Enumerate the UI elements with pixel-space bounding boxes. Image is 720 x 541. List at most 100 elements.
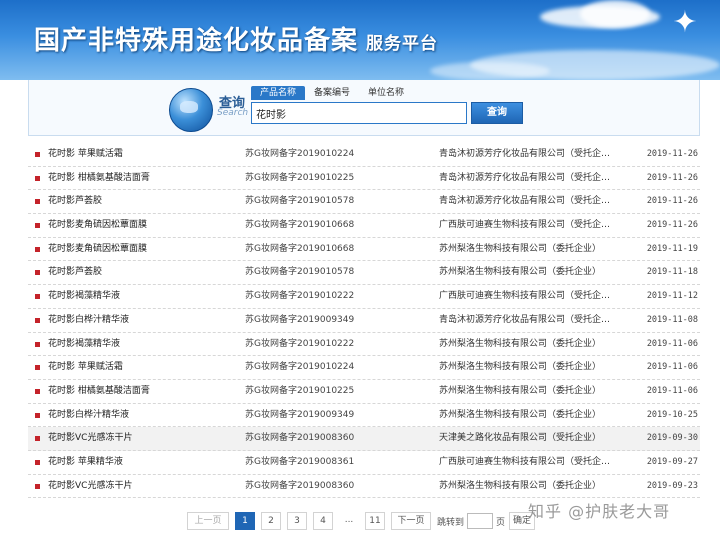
- tab-company-name[interactable]: 单位名称: [359, 86, 413, 100]
- product-name-link[interactable]: 花时影芦荟胶: [48, 190, 102, 213]
- bullet-icon: [35, 412, 40, 418]
- table-row[interactable]: 花时影芦荟胶 苏G妆网备字2019010578 青岛沐初源芳疗化妆品有限公司（受托企…: [28, 190, 700, 215]
- site-title: 国产非特殊用途化妆品备案: [34, 26, 359, 56]
- product-name-link[interactable]: 花时影 柑橘氨基酸洁面膏: [48, 380, 150, 403]
- filing-date: 2019-11-06: [646, 338, 698, 349]
- table-row[interactable]: 花时影 苹果精华液 苏G妆网备字2019008361 广西肤可迪赛生物科技有限公司（…: [28, 451, 700, 475]
- page-ellipsis: ...: [344, 515, 354, 525]
- company-name: 广西肤可迪赛生物科技有限公司（受托企…: [439, 220, 611, 231]
- product-name-link[interactable]: 花时影麦角硫因松蕈面膜: [48, 214, 147, 237]
- sparkle-icon: ✦: [672, 5, 698, 40]
- prev-page-button[interactable]: 上一页: [187, 512, 229, 530]
- product-name-link[interactable]: 花时影 苹果赋活霜: [48, 143, 123, 166]
- table-row[interactable]: 花时影白桦汁精华液 苏G妆网备字2019009349 苏州梨洛生物科技有限公司（委托…: [28, 404, 700, 428]
- filing-date: 2019-11-26: [646, 172, 698, 183]
- watermark: 知乎 @护肤老大哥: [528, 502, 671, 521]
- cloud-decoration: [430, 62, 550, 80]
- product-name-link[interactable]: 花时影 柑橘氨基酸洁面膏: [48, 167, 150, 190]
- company-name: 青岛沐初源芳疗化妆品有限公司（受托企…: [439, 196, 611, 207]
- table-row[interactable]: 花时影VC光感冻干片 苏G妆网备字2019008360 天津美之路化妆品有限公司（受…: [28, 427, 700, 451]
- product-name-link[interactable]: 花时影褐藻精华液: [48, 285, 120, 308]
- bullet-icon: [35, 388, 40, 394]
- table-row[interactable]: 花时影芦荟胶 苏G妆网备字2019010578 苏州梨洛生物科技有限公司（委托企业）…: [28, 261, 700, 286]
- filing-date: 2019-09-27: [646, 456, 698, 467]
- table-row[interactable]: 花时影白桦汁精华液 苏G妆网备字2019009349 青岛沐初源芳疗化妆品有限公司（…: [28, 309, 700, 333]
- product-name-link[interactable]: 花时影VC光感冻干片: [48, 427, 132, 450]
- product-name-link[interactable]: 花时影白桦汁精华液: [48, 309, 129, 332]
- page-button-3[interactable]: 3: [287, 512, 307, 530]
- goto-label: 跳转到: [437, 517, 465, 528]
- table-row[interactable]: 花时影麦角硫因松蕈面膜 苏G妆网备字2019010668 苏州梨洛生物科技有限公司（…: [28, 238, 700, 262]
- goto-page-input[interactable]: [467, 513, 494, 529]
- bullet-icon: [35, 223, 40, 229]
- filing-date: 2019-11-26: [646, 220, 698, 231]
- table-row[interactable]: 花时影麦角硫因松蕈面膜 苏G妆网备字2019010668 广西肤可迪赛生物科技有限公…: [28, 214, 700, 238]
- filing-date: 2019-10-25: [646, 409, 698, 420]
- page-button-2[interactable]: 2: [261, 512, 281, 530]
- page-button-1[interactable]: 1: [235, 512, 255, 530]
- filing-number: 苏G妆网备字2019010222: [245, 291, 355, 302]
- filing-number: 苏G妆网备字2019008360: [245, 433, 355, 444]
- product-name-link[interactable]: 花时影白桦汁精华液: [48, 404, 129, 427]
- table-row[interactable]: 花时影VC光感冻干片 苏G妆网备字2019008360 苏州梨洛生物科技有限公司（委…: [28, 475, 700, 499]
- bullet-icon: [35, 294, 40, 300]
- tab-product-name[interactable]: 产品名称: [251, 86, 306, 100]
- table-row[interactable]: 花时影 苹果赋活霜 苏G妆网备字2019010224 青岛沐初源芳疗化妆品有限公司（…: [28, 143, 700, 167]
- company-name: 苏州梨洛生物科技有限公司（委托企业）: [439, 385, 602, 396]
- bullet-icon: [35, 365, 40, 371]
- filing-number: 苏G妆网备字2019010578: [245, 196, 355, 207]
- pagination: 上一页 1 2 3 4 ... 11 下一页 跳转到 页 确定: [187, 511, 536, 531]
- filing-number: 苏G妆网备字2019010668: [245, 220, 355, 231]
- filing-number: 苏G妆网备字2019009349: [245, 409, 355, 420]
- table-row[interactable]: 花时影 柑橘氨基酸洁面膏 苏G妆网备字2019010225 青岛沐初源芳疗化妆品有限…: [28, 167, 700, 191]
- company-name: 广西肤可迪赛生物科技有限公司（受托企…: [439, 456, 611, 467]
- filing-date: 2019-11-26: [646, 149, 698, 159]
- filing-number: 苏G妆网备字2019010222: [245, 338, 355, 349]
- filing-date: 2019-11-18: [646, 267, 698, 278]
- filing-number: 苏G妆网备字2019010578: [245, 267, 355, 278]
- filing-date: 2019-11-08: [646, 314, 698, 325]
- cloud-decoration: [580, 0, 650, 28]
- company-name: 苏州梨洛生物科技有限公司（委托企业）: [439, 338, 602, 349]
- bullet-icon: [35, 152, 40, 157]
- filing-number: 苏G妆网备字2019008361: [245, 456, 355, 467]
- filing-number: 苏G妆网备字2019010224: [245, 362, 355, 373]
- site-subtitle: 服务平台: [366, 34, 438, 54]
- search-panel: 查询 Search 产品名称 备案编号 单位名称 查询: [28, 80, 700, 136]
- table-row[interactable]: 花时影 苹果赋活霜 苏G妆网备字2019010224 苏州梨洛生物科技有限公司（委托…: [28, 356, 700, 380]
- bullet-icon: [35, 317, 40, 323]
- bullet-icon: [35, 175, 40, 181]
- bullet-icon: [35, 341, 40, 347]
- product-name-link[interactable]: 花时影芦荟胶: [48, 261, 102, 284]
- search-input[interactable]: [251, 102, 467, 124]
- page-button-4[interactable]: 4: [313, 512, 333, 530]
- filing-date: 2019-09-23: [646, 480, 698, 491]
- product-name-link[interactable]: 花时影 苹果赋活霜: [48, 356, 123, 379]
- tab-filing-number[interactable]: 备案编号: [305, 86, 359, 100]
- table-row[interactable]: 花时影褐藻精华液 苏G妆网备字2019010222 苏州梨洛生物科技有限公司（委托企…: [28, 333, 700, 357]
- company-name: 天津美之路化妆品有限公司（受托企业）: [439, 433, 602, 444]
- bullet-icon: [35, 436, 40, 442]
- next-page-button[interactable]: 下一页: [391, 512, 431, 530]
- page-button-last[interactable]: 11: [365, 512, 385, 530]
- company-name: 苏州梨洛生物科技有限公司（委托企业）: [439, 267, 602, 278]
- product-name-link[interactable]: 花时影VC光感冻干片: [48, 475, 132, 498]
- company-name: 苏州梨洛生物科技有限公司（委托企业）: [439, 362, 602, 373]
- table-row[interactable]: 花时影 柑橘氨基酸洁面膏 苏G妆网备字2019010225 苏州梨洛生物科技有限公司…: [28, 380, 700, 404]
- company-name: 青岛沐初源芳疗化妆品有限公司（受托企…: [439, 314, 611, 325]
- company-name: 苏州梨洛生物科技有限公司（委托企业）: [439, 243, 602, 254]
- search-button[interactable]: 查询: [471, 102, 523, 124]
- product-name-link[interactable]: 花时影褐藻精华液: [48, 333, 120, 356]
- filing-number: 苏G妆网备字2019008360: [245, 480, 355, 491]
- bullet-icon: [35, 199, 40, 205]
- product-name-link[interactable]: 花时影 苹果精华液: [48, 451, 123, 474]
- globe-search-icon: [169, 88, 213, 132]
- filing-date: 2019-11-06: [646, 385, 698, 396]
- filing-number: 苏G妆网备字2019009349: [245, 314, 355, 325]
- filing-number: 苏G妆网备字2019010225: [245, 172, 355, 183]
- company-name: 青岛沐初源芳疗化妆品有限公司（受托企…: [439, 172, 611, 183]
- table-row[interactable]: 花时影褐藻精华液 苏G妆网备字2019010222 广西肤可迪赛生物科技有限公司（受…: [28, 285, 700, 309]
- company-name: 广西肤可迪赛生物科技有限公司（受托企…: [439, 291, 611, 302]
- product-name-link[interactable]: 花时影麦角硫因松蕈面膜: [48, 238, 147, 261]
- bullet-icon: [35, 459, 40, 465]
